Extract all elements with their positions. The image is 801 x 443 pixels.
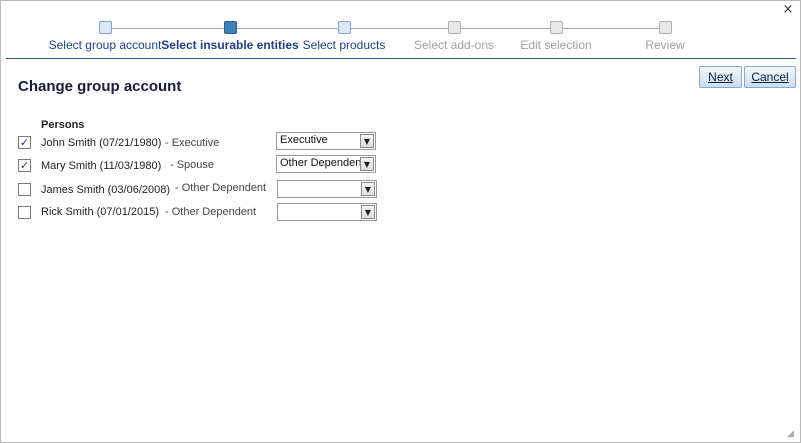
person-checkbox[interactable] [18,206,31,219]
step-indicator-icon [98,21,112,34]
page-title: Change group account [18,78,182,95]
cancel-button[interactable]: Cancel [744,66,796,88]
person-row: James Smith (03/06/2008) - Other Depende… [1,180,401,202]
role-select[interactable]: ▼ [277,180,377,198]
checkmark-icon: ✓ [19,159,30,172]
person-row: ✓ Mary Smith (11/03/1980) - Spouse Other… [1,155,401,178]
person-role: - Spouse [170,159,215,171]
checkmark-icon: ✓ [19,136,30,149]
person-name: Rick Smith (07/01/2015) [41,206,159,218]
person-name: James Smith (03/06/2008) [41,184,171,196]
role-select[interactable]: Executive ▼ [276,132,376,150]
next-button[interactable]: Next [699,66,742,88]
step-indicator-icon [223,21,237,34]
step-indicator-icon [337,21,351,34]
wizard-steps: Select group account Select insurable en… [1,1,801,59]
person-role: - Executive [165,137,220,149]
role-select[interactable]: Other Dependent ▼ [276,155,376,173]
step-review: Review [585,21,745,52]
role-select-value: Executive [280,134,328,146]
person-checkbox[interactable]: ✓ [18,159,31,172]
person-role: - Other Dependent [175,182,267,194]
chevron-down-icon[interactable]: ▼ [361,182,375,196]
role-select-value: Other Dependent [280,157,362,169]
person-name: John Smith (07/21/1980) [41,137,162,149]
person-checkbox[interactable]: ✓ [18,136,31,149]
dialog-window: × Select group account Select insurable … [0,0,801,443]
person-checkbox[interactable] [18,183,31,196]
chevron-down-icon[interactable]: ▼ [360,157,374,171]
step-indicator-icon [658,21,672,34]
header-divider [6,58,796,59]
role-select[interactable]: ▼ [277,203,377,221]
chevron-down-icon[interactable]: ▼ [360,134,374,148]
step-indicator-icon [549,21,563,34]
person-role: - Other Dependent [165,206,257,218]
person-name: Mary Smith (11/03/1980) [41,160,162,172]
step-indicator-icon [447,21,461,34]
step-label: Review [645,38,685,52]
person-row: ✓ John Smith (07/21/1980) - Executive Ex… [1,132,401,155]
persons-section-label: Persons [41,119,85,131]
chevron-down-icon[interactable]: ▼ [361,205,375,219]
resize-grip-icon[interactable]: ◢ [787,429,797,439]
person-row: Rick Smith (07/01/2015) - Other Dependen… [1,203,401,225]
